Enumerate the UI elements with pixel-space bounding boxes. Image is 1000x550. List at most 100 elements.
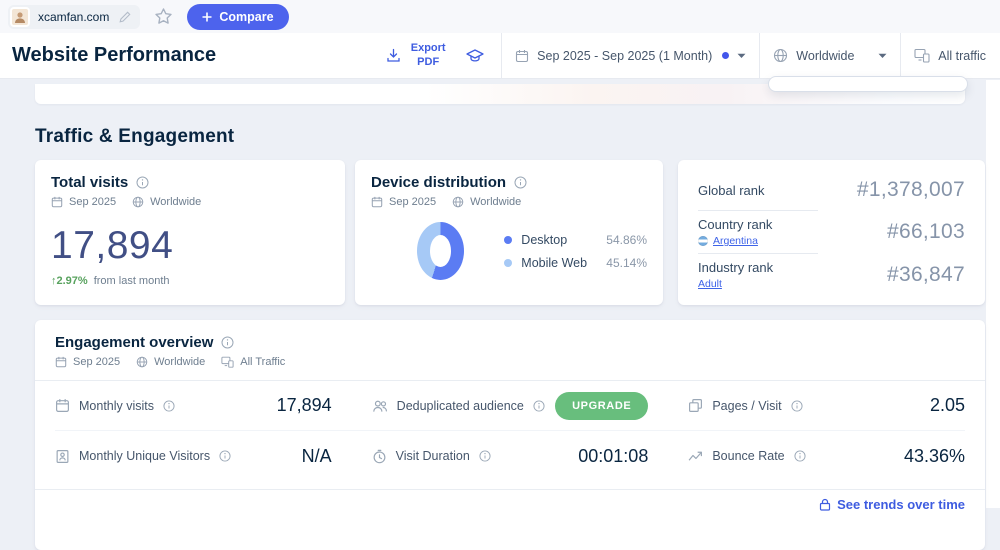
- change-note: from last month: [93, 275, 170, 287]
- domain-chip[interactable]: xcamfan.com: [8, 4, 141, 29]
- favorite-star-icon[interactable]: [154, 7, 173, 26]
- metric-value: 43.36%: [903, 445, 966, 466]
- calendar-icon: [515, 49, 529, 63]
- legend-label: Desktop: [521, 232, 568, 247]
- period-label: Sep 2025: [389, 196, 437, 208]
- info-icon[interactable]: [221, 336, 234, 349]
- date-indicator-dot: [722, 52, 730, 59]
- chevron-down-icon: [878, 53, 887, 59]
- period-label: Sep 2025: [73, 356, 121, 368]
- devices-icon: [914, 48, 930, 63]
- info-icon[interactable]: [533, 399, 545, 412]
- people-icon: [372, 399, 388, 413]
- change-percent: ↑2.97%: [51, 275, 88, 287]
- region-label: Worldwide: [796, 48, 855, 63]
- clock-icon: [372, 449, 387, 464]
- edit-icon[interactable]: [119, 11, 131, 23]
- country-link[interactable]: Argentina: [713, 235, 758, 247]
- metric-pages-per-visit: Pages / Visit 2.05: [688, 395, 965, 416]
- calendar-icon: [371, 196, 383, 208]
- metric-label: Pages / Visit: [712, 398, 782, 413]
- country-rank-value: #66,103: [886, 220, 965, 243]
- globe-icon: [452, 196, 464, 208]
- academy-icon[interactable]: [465, 47, 485, 65]
- globe-icon: [132, 196, 144, 208]
- calendar-icon: [51, 196, 63, 208]
- info-icon[interactable]: [163, 399, 175, 412]
- metric-deduplicated-audience: Deduplicated audience UPGRADE: [372, 391, 649, 420]
- device-distribution-title: Device distribution: [371, 174, 507, 191]
- info-icon[interactable]: [136, 176, 149, 189]
- info-icon[interactable]: [791, 399, 803, 412]
- device-donut-chart: [417, 222, 465, 280]
- person-card-icon: [55, 449, 70, 464]
- region-label: Worldwide: [470, 196, 522, 208]
- info-icon[interactable]: [514, 176, 527, 189]
- upgrade-button[interactable]: UPGRADE: [555, 391, 649, 420]
- open-dropdown-panel: [768, 76, 968, 92]
- calendar-icon: [55, 356, 67, 368]
- pages-icon: [688, 398, 703, 413]
- legend-value: 54.86%: [606, 232, 647, 247]
- metric-value: N/A: [301, 445, 332, 466]
- total-visits-value: 17,894: [51, 224, 174, 267]
- metric-bounce-rate: Bounce Rate 43.36%: [688, 446, 965, 467]
- lock-icon: [819, 498, 831, 511]
- argentina-flag-icon: [698, 236, 708, 246]
- metric-monthly-unique-visitors: Monthly Unique Visitors N/A: [55, 446, 332, 467]
- engagement-overview-card: Engagement overview Sep 2025 Worldwide A…: [35, 320, 985, 550]
- metric-value: 17,894: [276, 395, 332, 415]
- legend-item-desktop: Desktop 54.86%: [504, 233, 647, 247]
- section-title: Traffic & Engagement: [35, 126, 235, 147]
- globe-icon: [136, 356, 148, 368]
- rank-card: Global rank #1,378,007 Country rank Arge…: [678, 160, 985, 305]
- metric-monthly-visits: Monthly visits 17,894: [55, 395, 332, 416]
- devices-icon: [221, 356, 234, 368]
- metric-label: Visit Duration: [395, 449, 470, 463]
- date-range-selector[interactable]: Sep 2025 - Sep 2025 (1 Month): [502, 33, 759, 78]
- date-range-label: Sep 2025 - Sep 2025 (1 Month): [537, 48, 713, 63]
- site-favicon: [10, 6, 30, 27]
- page-header: Website Performance Export PDF Sep 2025 …: [0, 32, 1000, 79]
- globe-icon: [773, 48, 788, 63]
- download-icon: [386, 48, 401, 63]
- metric-label: Deduplicated audience: [396, 398, 524, 413]
- see-trends-link[interactable]: See trends over time: [819, 497, 965, 512]
- traffic-filter-label: All traffic: [938, 48, 986, 63]
- legend-dot: [504, 258, 513, 267]
- metric-label: Monthly Unique Visitors: [79, 449, 211, 463]
- compare-label: Compare: [219, 9, 274, 24]
- header-controls: Export PDF Sep 2025 - Sep 2025 (1 Month): [386, 32, 1000, 79]
- industry-rank-row: Industry rank Adult #36,847: [698, 254, 965, 296]
- industry-rank-value: #36,847: [886, 263, 965, 286]
- device-distribution-card: Device distribution Sep 2025 Worldwide D…: [355, 160, 663, 305]
- see-trends-label: See trends over time: [837, 497, 965, 512]
- compare-button[interactable]: Compare: [187, 3, 289, 30]
- metric-label: Bounce Rate: [712, 449, 785, 463]
- metric-value: 00:01:08: [578, 445, 649, 466]
- device-legend: Desktop 54.86% Mobile Web 45.14%: [504, 233, 647, 270]
- country-rank-label: Country rank: [698, 217, 773, 232]
- metric-row: Monthly Unique Visitors N/A Visit Durati…: [55, 431, 965, 481]
- traffic-filter-selector[interactable]: All traffic: [901, 33, 1000, 78]
- total-visits-title: Total visits: [51, 174, 129, 191]
- export-pdf-label: Export PDF: [410, 42, 446, 68]
- info-icon[interactable]: [479, 450, 491, 462]
- plus-icon: [202, 12, 212, 22]
- region-selector[interactable]: Worldwide: [760, 33, 900, 78]
- industry-link[interactable]: Adult: [698, 278, 722, 290]
- legend-value: 45.14%: [606, 255, 647, 270]
- legend-dot: [504, 235, 513, 244]
- bounce-rate-icon: [688, 449, 703, 463]
- total-visits-card: Total visits Sep 2025 Worldwide 17,894 ↑…: [35, 160, 345, 305]
- export-pdf-button[interactable]: Export PDF: [386, 42, 449, 68]
- period-label: Sep 2025: [69, 196, 117, 208]
- info-icon[interactable]: [219, 450, 231, 462]
- info-icon[interactable]: [794, 450, 806, 462]
- metric-visit-duration: Visit Duration 00:01:08: [372, 445, 649, 467]
- legend-item-mobile-web: Mobile Web 45.14%: [504, 256, 647, 270]
- traffic-label: All Traffic: [240, 356, 286, 368]
- country-rank-row: Country rank Argentina #66,103: [698, 211, 965, 253]
- top-bar: xcamfan.com Compare: [0, 0, 1000, 33]
- metric-label: Monthly visits: [79, 398, 155, 413]
